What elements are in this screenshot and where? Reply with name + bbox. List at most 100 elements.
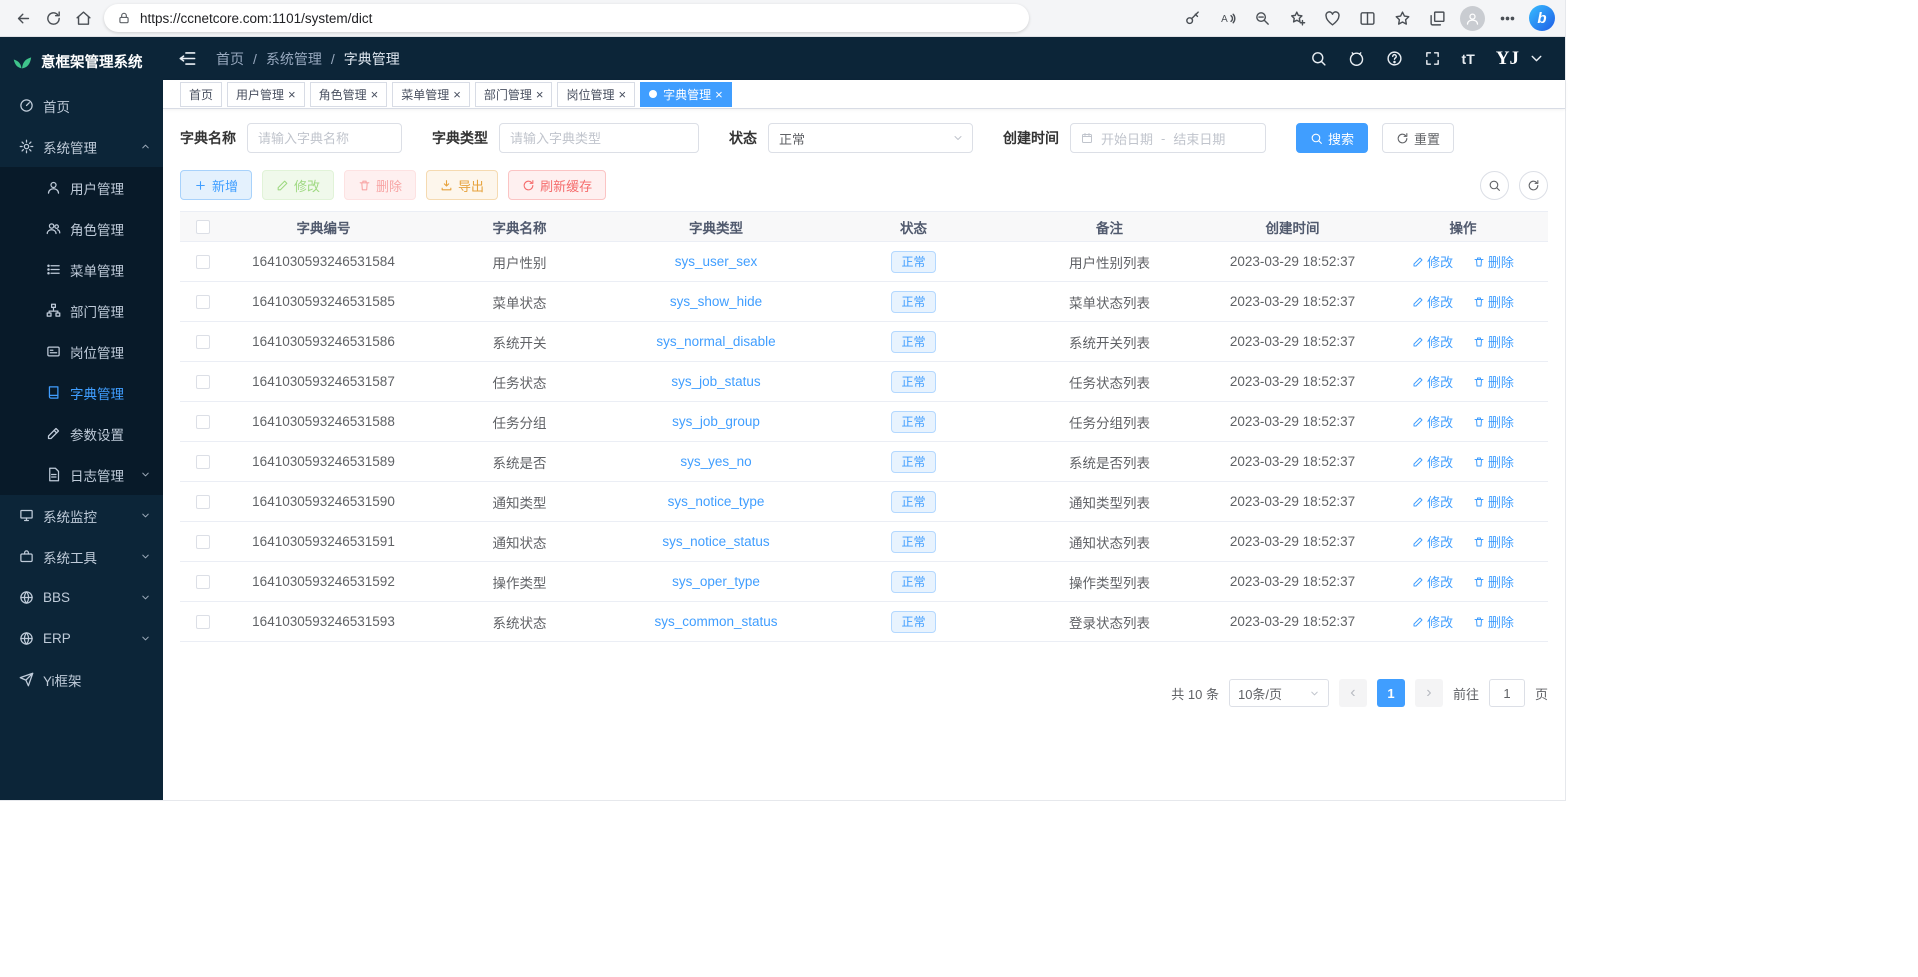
page-size-select[interactable]: 10条/页 [1229,679,1329,707]
tab-menu-management[interactable]: 菜单管理× [392,82,470,107]
dict-name-input[interactable] [247,123,402,153]
sidebar-item-post-management[interactable]: 岗位管理 [0,331,163,372]
reload-button[interactable] [38,3,68,33]
row-checkbox[interactable] [196,415,210,429]
reset-button[interactable]: 重置 [1382,123,1454,153]
row-delete-button[interactable]: 删除 [1473,332,1514,351]
add-button[interactable]: 新增 [180,170,252,200]
dict-type-link[interactable]: sys_common_status [654,614,777,629]
sidebar-item-erp[interactable]: ERP [0,618,163,659]
sidebar-item-department-management[interactable]: 部门管理 [0,290,163,331]
row-edit-button[interactable]: 修改 [1412,292,1453,311]
row-checkbox[interactable] [196,615,210,629]
add-favorite-button[interactable] [1282,3,1312,33]
search-icon[interactable] [1310,50,1327,67]
favorites-button[interactable] [1387,3,1417,33]
row-delete-button[interactable]: 删除 [1473,572,1514,591]
row-edit-button[interactable]: 修改 [1412,452,1453,471]
browser-essentials-button[interactable] [1317,3,1347,33]
sidebar-item-menu-management[interactable]: 菜单管理 [0,249,163,290]
dict-type-link[interactable]: sys_user_sex [675,254,758,269]
sidebar-item-system-tools[interactable]: 系统工具 [0,536,163,577]
sidebar-item-log-management[interactable]: 日志管理 [0,454,163,495]
row-delete-button[interactable]: 删除 [1473,452,1514,471]
row-checkbox[interactable] [196,295,210,309]
row-delete-button[interactable]: 删除 [1473,292,1514,311]
export-button[interactable]: 导出 [426,170,498,200]
row-checkbox[interactable] [196,575,210,589]
profile-button[interactable] [1457,3,1487,33]
sidebar-item-role-management[interactable]: 角色管理 [0,208,163,249]
row-checkbox[interactable] [196,255,210,269]
delete-button[interactable]: 删除 [344,170,416,200]
tab-post-management[interactable]: 岗位管理× [557,82,635,107]
tab-close-icon[interactable]: × [618,88,626,101]
address-bar[interactable]: https://ccnetcore.com:1101/system/dict [104,4,1029,32]
dict-type-link[interactable]: sys_yes_no [680,454,751,469]
next-page-button[interactable]: › [1415,679,1443,707]
tab-home[interactable]: 首页 [180,82,222,107]
home-button[interactable] [68,3,98,33]
row-checkbox[interactable] [196,495,210,509]
fullscreen-icon[interactable] [1424,50,1441,67]
row-checkbox[interactable] [196,375,210,389]
tab-close-icon[interactable]: × [453,88,461,101]
sidebar-item-home[interactable]: 首页 [0,85,163,126]
split-screen-button[interactable] [1352,3,1382,33]
font-size-icon[interactable]: tT [1462,51,1475,67]
row-edit-button[interactable]: 修改 [1412,252,1453,271]
dict-type-link[interactable]: sys_oper_type [672,574,760,589]
refresh-cache-button[interactable]: 刷新缓存 [508,170,606,200]
read-aloud-button[interactable]: A [1212,3,1242,33]
dict-type-link[interactable]: sys_notice_type [668,494,765,509]
row-delete-button[interactable]: 删除 [1473,492,1514,511]
tab-close-icon[interactable]: × [715,88,723,101]
row-delete-button[interactable]: 删除 [1473,612,1514,631]
row-edit-button[interactable]: 修改 [1412,532,1453,551]
sidebar-item-bbs[interactable]: BBS [0,577,163,618]
tab-role-management[interactable]: 角色管理× [310,82,388,107]
password-key-button[interactable] [1177,3,1207,33]
tab-close-icon[interactable]: × [536,88,544,101]
current-page-button[interactable]: 1 [1377,679,1405,707]
breadcrumb-item[interactable]: 首页 [216,49,244,69]
row-edit-button[interactable]: 修改 [1412,332,1453,351]
sidebar-item-param-settings[interactable]: 参数设置 [0,413,163,454]
row-edit-button[interactable]: 修改 [1412,572,1453,591]
row-checkbox[interactable] [196,455,210,469]
search-button[interactable]: 搜索 [1296,123,1368,153]
chevron-down-icon[interactable] [1528,50,1545,67]
row-edit-button[interactable]: 修改 [1412,492,1453,511]
collections-button[interactable] [1422,3,1452,33]
row-edit-button[interactable]: 修改 [1412,372,1453,391]
sidebar-item-dict-management[interactable]: 字典管理 [0,372,163,413]
edit-button[interactable]: 修改 [262,170,334,200]
dict-type-link[interactable]: sys_job_status [671,374,760,389]
status-select[interactable]: 正常 [768,123,973,153]
sidebar-item-user-management[interactable]: 用户管理 [0,167,163,208]
row-checkbox[interactable] [196,535,210,549]
tab-user-management[interactable]: 用户管理× [227,82,305,107]
help-icon[interactable] [1386,50,1403,67]
dict-type-link[interactable]: sys_normal_disable [656,334,775,349]
tab-close-icon[interactable]: × [371,88,379,101]
sidebar-item-system-management[interactable]: 系统管理 [0,126,163,167]
breadcrumb-item[interactable]: 系统管理 [266,49,322,69]
sidebar-item-system-monitor[interactable]: 系统监控 [0,495,163,536]
sidebar-item-yi-framework[interactable]: Yi框架 [0,659,163,700]
dict-type-input[interactable] [499,123,699,153]
back-button[interactable] [8,3,38,33]
tab-department-management[interactable]: 部门管理× [475,82,553,107]
row-delete-button[interactable]: 删除 [1473,532,1514,551]
refresh-table-button[interactable] [1519,171,1548,200]
prev-page-button[interactable]: ‹ [1339,679,1367,707]
row-delete-button[interactable]: 删除 [1473,412,1514,431]
bing-chat-button[interactable]: b [1527,3,1557,33]
toggle-search-button[interactable] [1480,171,1509,200]
tab-dict-management[interactable]: 字典管理× [640,82,732,107]
date-range-picker[interactable]: 开始日期 - 结束日期 [1070,123,1266,153]
dict-type-link[interactable]: sys_show_hide [670,294,762,309]
row-delete-button[interactable]: 删除 [1473,372,1514,391]
row-checkbox[interactable] [196,335,210,349]
github-icon[interactable] [1348,50,1365,67]
